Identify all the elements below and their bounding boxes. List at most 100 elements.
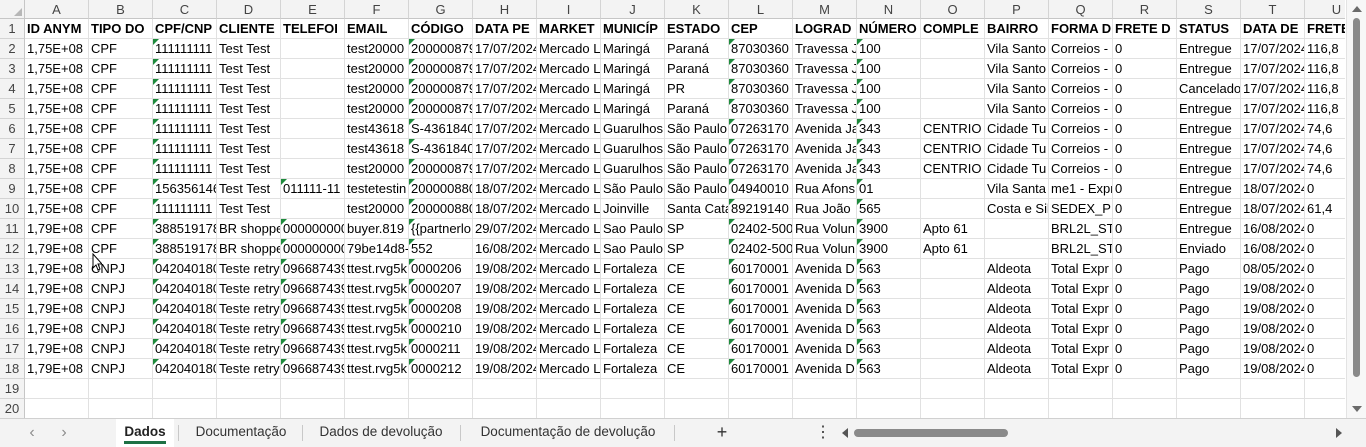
table-cell[interactable]: Test Test: [217, 139, 281, 159]
table-cell[interactable]: Mercado L: [537, 99, 601, 119]
table-cell[interactable]: Mercado L: [537, 139, 601, 159]
table-cell[interactable]: Test Test: [217, 99, 281, 119]
table-cell[interactable]: CPF: [89, 39, 153, 59]
table-cell[interactable]: Mercado L: [537, 259, 601, 279]
row-header[interactable]: 13: [0, 259, 25, 279]
table-cell[interactable]: Enviado: [1177, 239, 1241, 259]
table-cell[interactable]: [473, 399, 537, 418]
table-cell[interactable]: 0: [1113, 79, 1177, 99]
table-cell[interactable]: 0: [1113, 239, 1177, 259]
column-header[interactable]: P: [985, 0, 1049, 19]
table-cell[interactable]: 042040180: [153, 279, 217, 299]
table-cell[interactable]: 563: [857, 299, 921, 319]
table-cell[interactable]: 17/07/2024: [1241, 59, 1305, 79]
table-cell[interactable]: [857, 399, 921, 418]
header-cell[interactable]: CPF/CNP: [153, 19, 217, 39]
table-cell[interactable]: 100: [857, 59, 921, 79]
table-cell[interactable]: [281, 99, 345, 119]
table-cell[interactable]: [281, 59, 345, 79]
table-cell[interactable]: 116,8: [1305, 39, 1345, 59]
table-cell[interactable]: 565: [857, 199, 921, 219]
table-cell[interactable]: CE: [665, 259, 729, 279]
table-cell[interactable]: [921, 319, 985, 339]
table-cell[interactable]: Test Test: [217, 159, 281, 179]
table-cell[interactable]: Avenida Ja: [793, 139, 857, 159]
table-cell[interactable]: 563: [857, 319, 921, 339]
row-header[interactable]: 17: [0, 339, 25, 359]
table-cell[interactable]: S-4361840: [409, 119, 473, 139]
row-header[interactable]: 11: [0, 219, 25, 239]
row-header[interactable]: 9: [0, 179, 25, 199]
table-cell[interactable]: [537, 399, 601, 418]
table-cell[interactable]: [25, 379, 89, 399]
table-cell[interactable]: 011111-11: [281, 179, 345, 199]
table-cell[interactable]: [1177, 379, 1241, 399]
table-cell[interactable]: 200000879: [409, 59, 473, 79]
table-cell[interactable]: [665, 399, 729, 418]
table-cell[interactable]: Cancelado: [1177, 79, 1241, 99]
table-cell[interactable]: 0: [1305, 359, 1345, 379]
table-cell[interactable]: SP: [665, 239, 729, 259]
table-cell[interactable]: [921, 179, 985, 199]
table-cell[interactable]: 111111111: [153, 79, 217, 99]
table-cell[interactable]: 89219140: [729, 199, 793, 219]
table-cell[interactable]: Correios -: [1049, 59, 1113, 79]
table-cell[interactable]: Mercado L: [537, 279, 601, 299]
table-cell[interactable]: Pago: [1177, 319, 1241, 339]
table-cell[interactable]: Cidade Tu: [985, 159, 1049, 179]
table-cell[interactable]: [921, 299, 985, 319]
table-cell[interactable]: [537, 379, 601, 399]
table-cell[interactable]: [1049, 399, 1113, 418]
table-cell[interactable]: 74,6: [1305, 159, 1345, 179]
table-cell[interactable]: Guarulhos: [601, 139, 665, 159]
table-cell[interactable]: 200000880: [409, 199, 473, 219]
table-cell[interactable]: {{partnerlo: [409, 219, 473, 239]
table-cell[interactable]: [345, 399, 409, 418]
table-cell[interactable]: Correios -: [1049, 99, 1113, 119]
table-cell[interactable]: 0: [1113, 299, 1177, 319]
table-cell[interactable]: 07263170: [729, 119, 793, 139]
column-header[interactable]: G: [409, 0, 473, 19]
table-cell[interactable]: 18/07/2024: [473, 199, 537, 219]
table-cell[interactable]: [921, 199, 985, 219]
table-cell[interactable]: 0: [1305, 259, 1345, 279]
column-header[interactable]: L: [729, 0, 793, 19]
table-cell[interactable]: 0: [1113, 319, 1177, 339]
header-cell[interactable]: FORMA D: [1049, 19, 1113, 39]
scroll-up-arrow-icon[interactable]: [1352, 6, 1362, 12]
table-cell[interactable]: 096687439: [281, 359, 345, 379]
table-cell[interactable]: [857, 379, 921, 399]
row-header[interactable]: 12: [0, 239, 25, 259]
table-cell[interactable]: 563: [857, 339, 921, 359]
table-cell[interactable]: Avenida D: [793, 299, 857, 319]
table-cell[interactable]: 17/07/2024: [1241, 79, 1305, 99]
table-cell[interactable]: me1 - Expr: [1049, 179, 1113, 199]
table-cell[interactable]: Test Test: [217, 39, 281, 59]
table-cell[interactable]: 60170001: [729, 259, 793, 279]
table-cell[interactable]: CE: [665, 339, 729, 359]
sheet-tab-documentacao[interactable]: Documentação: [182, 419, 300, 447]
table-cell[interactable]: [281, 119, 345, 139]
table-cell[interactable]: 0: [1113, 59, 1177, 79]
table-cell[interactable]: Entregue: [1177, 179, 1241, 199]
table-cell[interactable]: 17/07/2024: [473, 79, 537, 99]
header-cell[interactable]: BAIRRO: [985, 19, 1049, 39]
table-cell[interactable]: 60170001: [729, 319, 793, 339]
table-cell[interactable]: Rua Volun: [793, 239, 857, 259]
table-cell[interactable]: Avenida D: [793, 259, 857, 279]
table-cell[interactable]: [921, 379, 985, 399]
table-cell[interactable]: Test Test: [217, 199, 281, 219]
table-cell[interactable]: [409, 379, 473, 399]
header-cell[interactable]: CLIENTE: [217, 19, 281, 39]
table-cell[interactable]: 17/07/2024: [1241, 139, 1305, 159]
table-cell[interactable]: 79be14d8-: [345, 239, 409, 259]
table-cell[interactable]: 17/07/2024: [1241, 39, 1305, 59]
table-cell[interactable]: ttest.rvg5k: [345, 319, 409, 339]
table-cell[interactable]: 3900: [857, 239, 921, 259]
table-cell[interactable]: [601, 399, 665, 418]
table-cell[interactable]: Cidade Tu: [985, 139, 1049, 159]
header-cell[interactable]: TIPO DO: [89, 19, 153, 39]
table-cell[interactable]: testetestin: [345, 179, 409, 199]
table-cell[interactable]: Aldeota: [985, 279, 1049, 299]
table-cell[interactable]: 200000879: [409, 39, 473, 59]
